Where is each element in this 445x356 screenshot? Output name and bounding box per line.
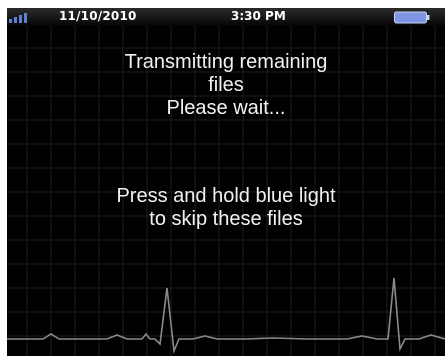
- status-date: 11/10/2010: [59, 9, 137, 23]
- signal-strength-icon: [9, 13, 27, 23]
- message-line: Press and hold blue light: [116, 185, 336, 207]
- message-line: to skip these files: [149, 208, 303, 230]
- device-screen: 11/10/2010 3:30 PM Transmitting remainin…: [7, 8, 445, 356]
- message-line: Please wait...: [166, 97, 286, 119]
- ecg-waveform: [7, 277, 445, 355]
- status-time: 3:30 PM: [231, 9, 286, 23]
- skip-instructions: Press and hold blue light to skip these …: [7, 185, 445, 231]
- message-line: files: [208, 74, 244, 96]
- message-line: Transmitting remaining: [124, 51, 328, 73]
- transmitting-message: Transmitting remaining files Please wait…: [7, 51, 445, 120]
- battery-icon: [394, 11, 430, 24]
- status-bar: 11/10/2010 3:30 PM: [7, 8, 445, 26]
